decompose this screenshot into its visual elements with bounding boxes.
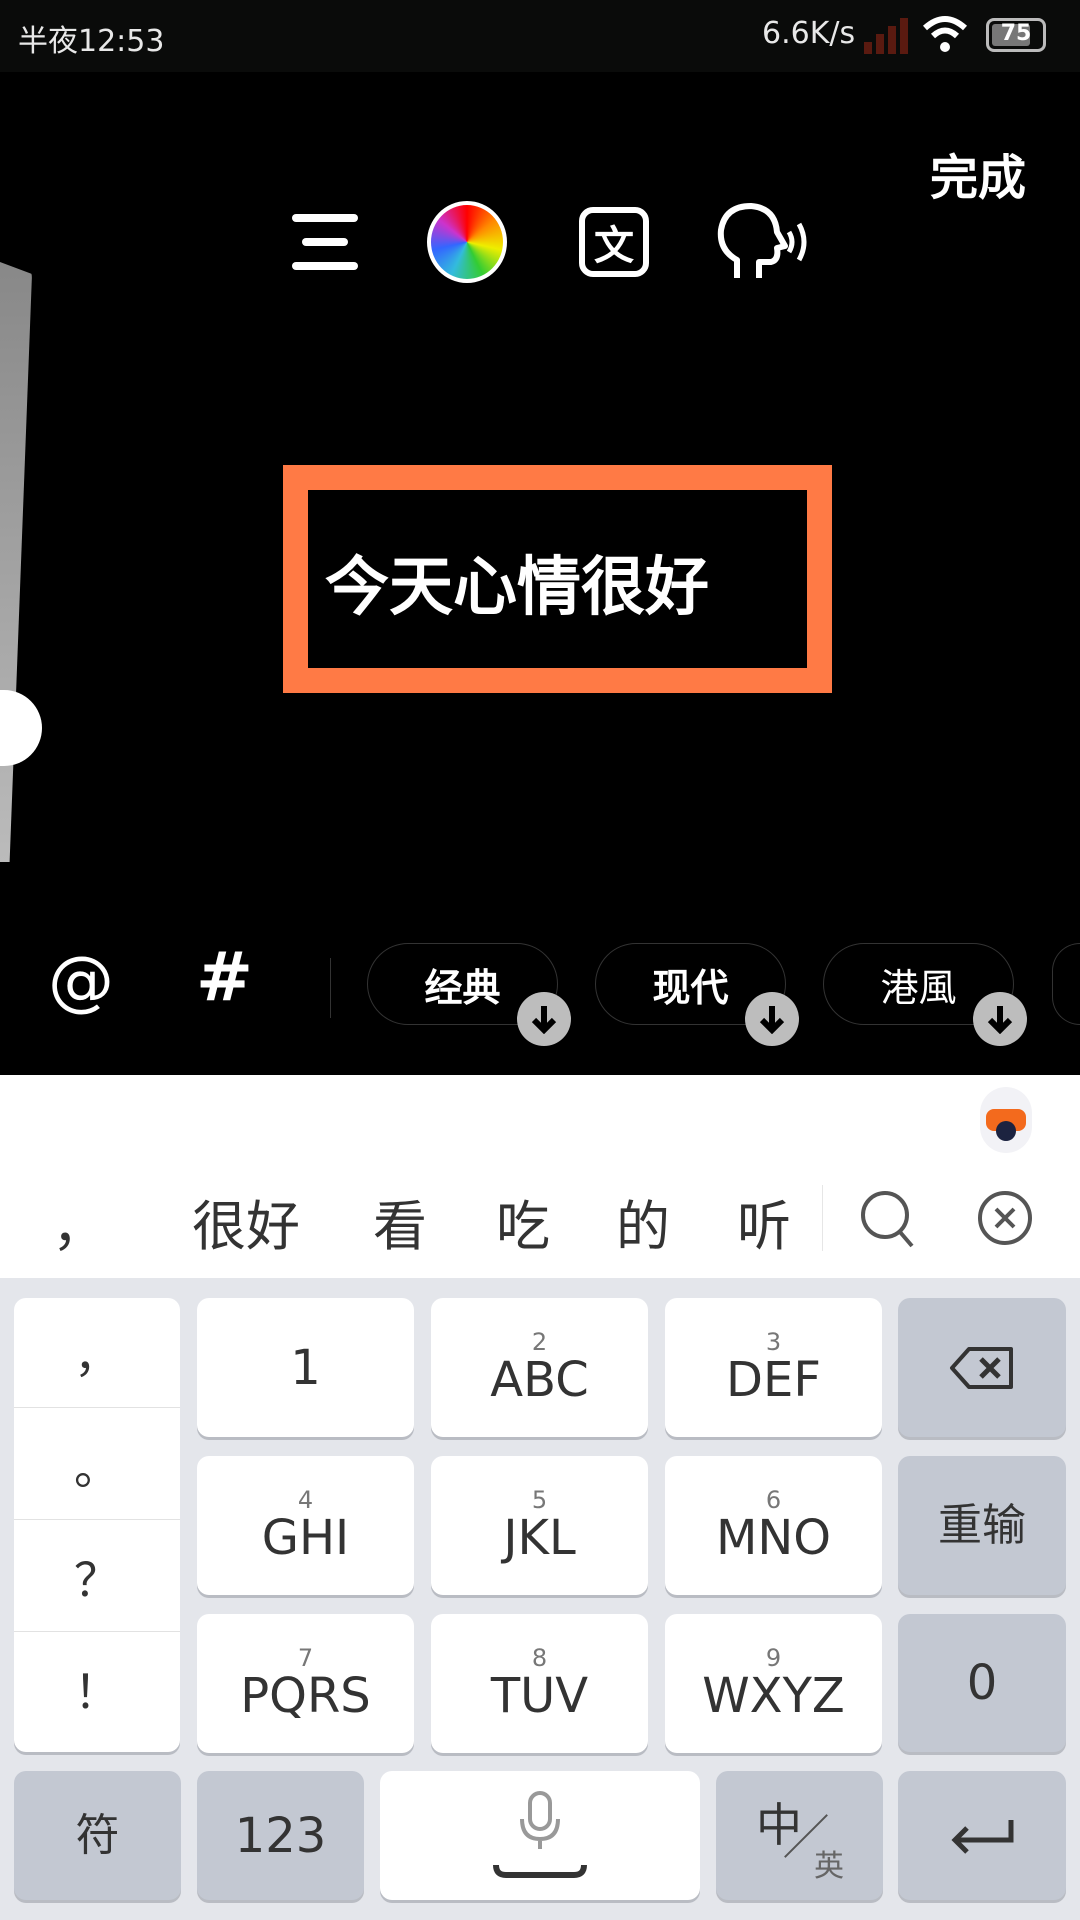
key-letters: DEF (726, 1351, 821, 1408)
punct-key[interactable]: ？ (14, 1522, 180, 1632)
candidate[interactable]: 吃 (496, 1182, 550, 1261)
font-label: 经典 (424, 965, 501, 1010)
mention-button[interactable]: @ (48, 942, 114, 1019)
net-speed: 6.6K/s (762, 16, 856, 51)
text-style-button[interactable]: 文 (574, 202, 654, 282)
key-sublabel: 英 (814, 1849, 844, 1884)
microphone-icon (493, 1790, 587, 1878)
backspace-icon (950, 1346, 1013, 1389)
status-bar: 半夜12:53 6.6K/s 75 (0, 0, 1080, 72)
download-icon (517, 992, 571, 1046)
color-wheel-icon (427, 201, 507, 283)
reinput-key[interactable]: 重输 (898, 1456, 1066, 1595)
key-letters: TUV (490, 1667, 589, 1724)
font-label: 现代 (652, 965, 729, 1010)
enter-icon (951, 1819, 1014, 1854)
language-switch-key[interactable]: 中 英 (716, 1771, 883, 1900)
color-button[interactable] (427, 201, 507, 283)
download-icon (973, 992, 1027, 1046)
done-button[interactable]: 完成 (930, 138, 1026, 208)
close-candidates-icon[interactable] (977, 1190, 1033, 1246)
key-letters: GHI (261, 1509, 350, 1566)
key-8[interactable]: 8 TUV (431, 1614, 648, 1753)
key-5[interactable]: 5 JKL (431, 1456, 648, 1595)
signal-icon (864, 18, 908, 54)
ime-mascot-icon[interactable] (980, 1087, 1032, 1153)
font-chip-modern[interactable]: 现代 (595, 943, 799, 1046)
key-letters: PQRS (240, 1667, 371, 1724)
key-number: 4 (297, 1485, 314, 1514)
key-6[interactable]: 6 MNO (665, 1456, 882, 1595)
text-frame[interactable]: 今天心情很好 (283, 465, 832, 693)
hashtag-button[interactable]: # (196, 938, 253, 1017)
key-7[interactable]: 7 PQRS (197, 1614, 414, 1753)
key-number: 3 (765, 1327, 782, 1356)
text-editor-canvas: 文 完成 今天心情很好 @ # 经典 现代 港風 (0, 72, 1080, 1075)
battery-icon: 75 (986, 18, 1046, 52)
divider (822, 1185, 823, 1251)
size-slider-track[interactable] (0, 262, 32, 862)
key-3[interactable]: 3 DEF (665, 1298, 882, 1437)
key-2[interactable]: 2 ABC (431, 1298, 648, 1437)
key-number: 7 (297, 1643, 314, 1672)
candidate[interactable]: 看 (373, 1182, 427, 1261)
key-4[interactable]: 4 GHI (197, 1456, 414, 1595)
canvas-text[interactable]: 今天心情很好 (325, 536, 709, 628)
numbers-key[interactable]: 123 (197, 1771, 364, 1900)
size-slider-handle[interactable] (0, 690, 42, 766)
punct-key[interactable]: 。 (14, 1410, 180, 1520)
candidate[interactable]: 很好 (192, 1182, 300, 1261)
font-chip-hk[interactable]: 港風 (823, 943, 1027, 1046)
font-chip-more[interactable] (1052, 943, 1080, 1025)
key-letters: WXYZ (702, 1667, 845, 1724)
font-label: 港風 (880, 965, 957, 1010)
punct-key[interactable]: ！ (14, 1634, 180, 1744)
font-chip-classic[interactable]: 经典 (367, 943, 571, 1046)
align-menu-icon (292, 214, 358, 270)
download-icon (745, 992, 799, 1046)
key-1[interactable]: 1 (197, 1298, 414, 1437)
enter-key[interactable] (898, 1771, 1066, 1900)
key-label: 123 (234, 1807, 327, 1864)
keyboard: ， 。 ？ ！ 1 2 ABC 3 DEF 4 GHI 5 JKL 6 MNO 7 PQRS 8 TUV 9 W… (0, 1278, 1080, 1920)
key-letters: ABC (490, 1351, 589, 1408)
search-icon[interactable] (858, 1188, 918, 1248)
key-number: 5 (531, 1485, 548, 1514)
divider (330, 958, 331, 1018)
battery-level: 75 (1000, 21, 1032, 46)
key-label: 0 (966, 1655, 998, 1711)
wifi-icon (922, 16, 968, 52)
speech-button[interactable] (715, 202, 807, 282)
backspace-key[interactable] (898, 1298, 1066, 1437)
key-number: 8 (531, 1643, 548, 1672)
punctuation-panel[interactable]: ， 。 ？ ！ (14, 1298, 180, 1752)
key-9[interactable]: 9 WXYZ (665, 1614, 882, 1753)
speech-icon (717, 203, 807, 278)
key-letters: 1 (290, 1339, 321, 1396)
key-number: 6 (765, 1485, 782, 1514)
key-label: 重输 (938, 1499, 1026, 1551)
candidate[interactable]: 的 (616, 1182, 670, 1261)
key-label: 符 (75, 1809, 120, 1861)
zero-key[interactable]: 0 (898, 1614, 1066, 1752)
punct-key[interactable]: ， (14, 1298, 180, 1408)
candidate[interactable]: 听 (737, 1182, 791, 1261)
key-number: 2 (531, 1327, 548, 1356)
text-style-icon: 文 (579, 207, 649, 277)
clock: 半夜12:53 (18, 24, 165, 59)
space-key[interactable] (380, 1771, 700, 1900)
key-letters: JKL (503, 1509, 576, 1566)
symbols-key[interactable]: 符 (14, 1771, 181, 1900)
key-number: 9 (765, 1643, 782, 1672)
align-button[interactable] (285, 202, 365, 282)
key-letters: MNO (715, 1509, 832, 1566)
candidate[interactable]: ， (52, 1182, 106, 1261)
